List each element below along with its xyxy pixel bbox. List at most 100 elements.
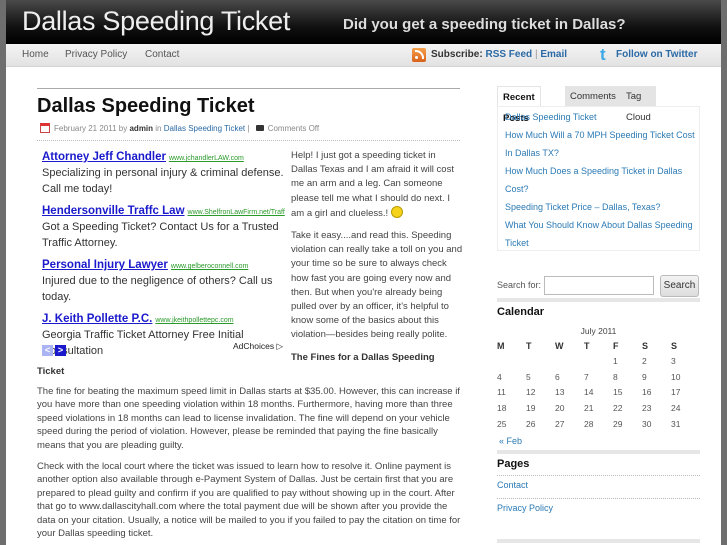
fines-heading: The Fines for a Dallas Speeding — [291, 351, 435, 363]
recent-post-link[interactable]: Dallas Speeding Ticket — [505, 108, 705, 126]
ad-title[interactable]: Attorney Jeff Chandler — [42, 151, 166, 163]
adchoices-link[interactable]: AdChoices ▷ — [233, 341, 283, 352]
ad-next-button[interactable]: > — [55, 345, 66, 356]
ad-url[interactable]: www.gelberoconnell.com — [171, 263, 248, 270]
divider — [497, 298, 700, 302]
calendar-week: 18 19 20 21 22 23 24 — [497, 400, 700, 416]
calendar-day: 11 — [497, 387, 506, 398]
ad-prev-button[interactable]: < — [42, 345, 53, 356]
calendar-day: 5 — [526, 371, 531, 382]
smiley-icon — [390, 205, 403, 218]
calendar-day — [584, 353, 613, 369]
calendar-week: 4 5 6 7 8 9 10 — [497, 369, 700, 385]
calendar-title: Calendar — [497, 306, 545, 318]
calendar-body: 1 2 3 4 5 6 7 8 9 10 11 12 13 14 15 16 17 18 19 20 21 22 23 24 2… — [497, 353, 700, 431]
search-input[interactable] — [544, 276, 654, 295]
nav-contact[interactable]: Contact — [145, 49, 179, 60]
calendar-day: 17 — [671, 387, 681, 398]
page-edge — [721, 0, 727, 545]
recent-post-link[interactable]: Speeding Ticket Price – Dallas, Texas? — [505, 198, 705, 216]
calendar-day: 18 — [497, 402, 507, 413]
ad-item[interactable]: Personal Injury Lawyer www.gelberoconnell… — [42, 255, 287, 305]
post-paragraph: Check with the local court where the tic… — [37, 461, 461, 540]
page-link-contact[interactable]: Contact — [497, 480, 528, 490]
post-date: February 21 2011 — [54, 124, 117, 133]
calendar-day-header: S — [642, 340, 649, 351]
divider — [497, 450, 700, 454]
calendar-day: 21 — [584, 402, 594, 413]
divider — [37, 88, 460, 89]
nav-privacy-policy[interactable]: Privacy Policy — [65, 49, 127, 60]
search-button[interactable]: Search — [660, 275, 699, 297]
calendar-prev-link[interactable]: « Feb — [499, 436, 522, 446]
tab-comments[interactable]: Comments — [565, 86, 621, 107]
tab-recent-posts[interactable]: Recent Posts — [497, 86, 541, 124]
calendar-day-header: F — [613, 340, 619, 351]
calendar-day: 2 — [642, 355, 647, 366]
by-label: by — [118, 124, 128, 133]
subscribe-label: Subscribe: — [431, 49, 483, 60]
ad-title[interactable]: Personal Injury Lawyer — [42, 259, 168, 271]
nav-home[interactable]: Home — [22, 49, 49, 60]
follow-twitter-link[interactable]: Follow on Twitter — [616, 49, 697, 60]
post-paragraph: The fine for beating the maximum speed l… — [37, 386, 460, 451]
rss-feed-link[interactable]: RSS Feed — [485, 49, 532, 60]
calendar-caption: July 2011 — [580, 326, 617, 336]
calendar-day: 24 — [671, 402, 681, 413]
calendar-day: 7 — [584, 371, 589, 382]
recent-post-link[interactable]: How Much Will a 70 MPH Speeding Ticket C… — [505, 126, 700, 162]
ad-item[interactable]: Attorney Jeff Chandler www.jchandlerLAW.c… — [42, 147, 287, 197]
divider — [497, 539, 700, 543]
calendar-day: 13 — [555, 387, 565, 398]
site-title[interactable]: Dallas Speeding Ticket — [22, 6, 290, 37]
calendar-day: 20 — [555, 402, 565, 413]
rss-icon[interactable] — [412, 48, 426, 62]
post-title[interactable]: Dallas Speeding Ticket — [37, 95, 255, 118]
comment-icon — [255, 125, 264, 131]
ad-url[interactable]: www.ShelfronLawFirm.net/Traff — [188, 209, 285, 216]
post-category-link[interactable]: Dallas Speeding Ticket — [164, 124, 245, 133]
calendar-day-header: S — [671, 340, 678, 351]
calendar-icon — [40, 123, 50, 133]
ad-title[interactable]: J. Keith Pollette P.C. — [42, 313, 152, 325]
calendar-day: 9 — [642, 371, 647, 382]
separator: | — [534, 49, 538, 60]
calendar-day — [526, 353, 555, 369]
ad-pagination: < > — [42, 340, 68, 358]
ad-url[interactable]: www.jchandlerLAW.com — [169, 155, 244, 162]
post-meta: February 21 2011 by admin in Dallas Spee… — [40, 123, 319, 133]
calendar-day-header: M — [497, 340, 505, 351]
ad-description: Injured due to the negligence of others?… — [42, 275, 273, 303]
ad-title[interactable]: Hendersonville Traffc Law — [42, 205, 185, 217]
ad-description: Got a Speeding Ticket? Contact Us for a … — [42, 221, 279, 249]
calendar-day: 12 — [526, 387, 536, 398]
calendar-day: 16 — [642, 387, 652, 398]
post-intro: Help! I just got a speeding ticket in Da… — [291, 149, 463, 365]
calendar-day: 4 — [497, 371, 502, 382]
site-header: Dallas Speeding Ticket Did you get a spe… — [6, 0, 721, 44]
calendar-day: 8 — [613, 371, 618, 382]
dotted-divider — [497, 498, 700, 499]
calendar-day: 26 — [526, 418, 536, 429]
calendar-day: 19 — [526, 402, 536, 413]
calendar-day: 3 — [671, 355, 676, 366]
calendar-day-header: T — [526, 340, 532, 351]
page-link-privacy-policy[interactable]: Privacy Policy — [497, 503, 553, 513]
ad-item[interactable]: Hendersonville Traffc Law www.ShelfronLaw… — [42, 201, 287, 251]
pages-title: Pages — [497, 458, 530, 470]
intro-answer: Take it easy....and read this. Speeding … — [291, 230, 463, 341]
search-label: Search for: — [497, 280, 542, 290]
fines-heading-continued: Ticket — [37, 366, 65, 377]
meta-separator: | — [247, 124, 250, 133]
calendar-day: 22 — [613, 402, 623, 413]
twitter-icon[interactable]: t — [600, 46, 612, 63]
calendar-week: 25 26 27 28 29 30 31 — [497, 416, 700, 432]
site-tagline: Did you get a speeding ticket in Dallas? — [343, 16, 626, 33]
tab-tag-cloud[interactable]: Tag Cloud — [621, 86, 656, 123]
recent-post-link[interactable]: What You Should Know About Dallas Speedi… — [505, 216, 703, 252]
calendar-table: M T W T F S S 1 2 3 4 5 6 7 8 9 10 11 12 13 14 15 16 17 1… — [497, 338, 700, 431]
ad-url[interactable]: www.jkeithpollettepc.com — [155, 317, 233, 324]
email-link[interactable]: Email — [540, 49, 567, 60]
ad-description: Specializing in personal injury & crimin… — [42, 167, 284, 195]
recent-post-link[interactable]: How Much Does a Speeding Ticket in Dalla… — [505, 162, 690, 198]
